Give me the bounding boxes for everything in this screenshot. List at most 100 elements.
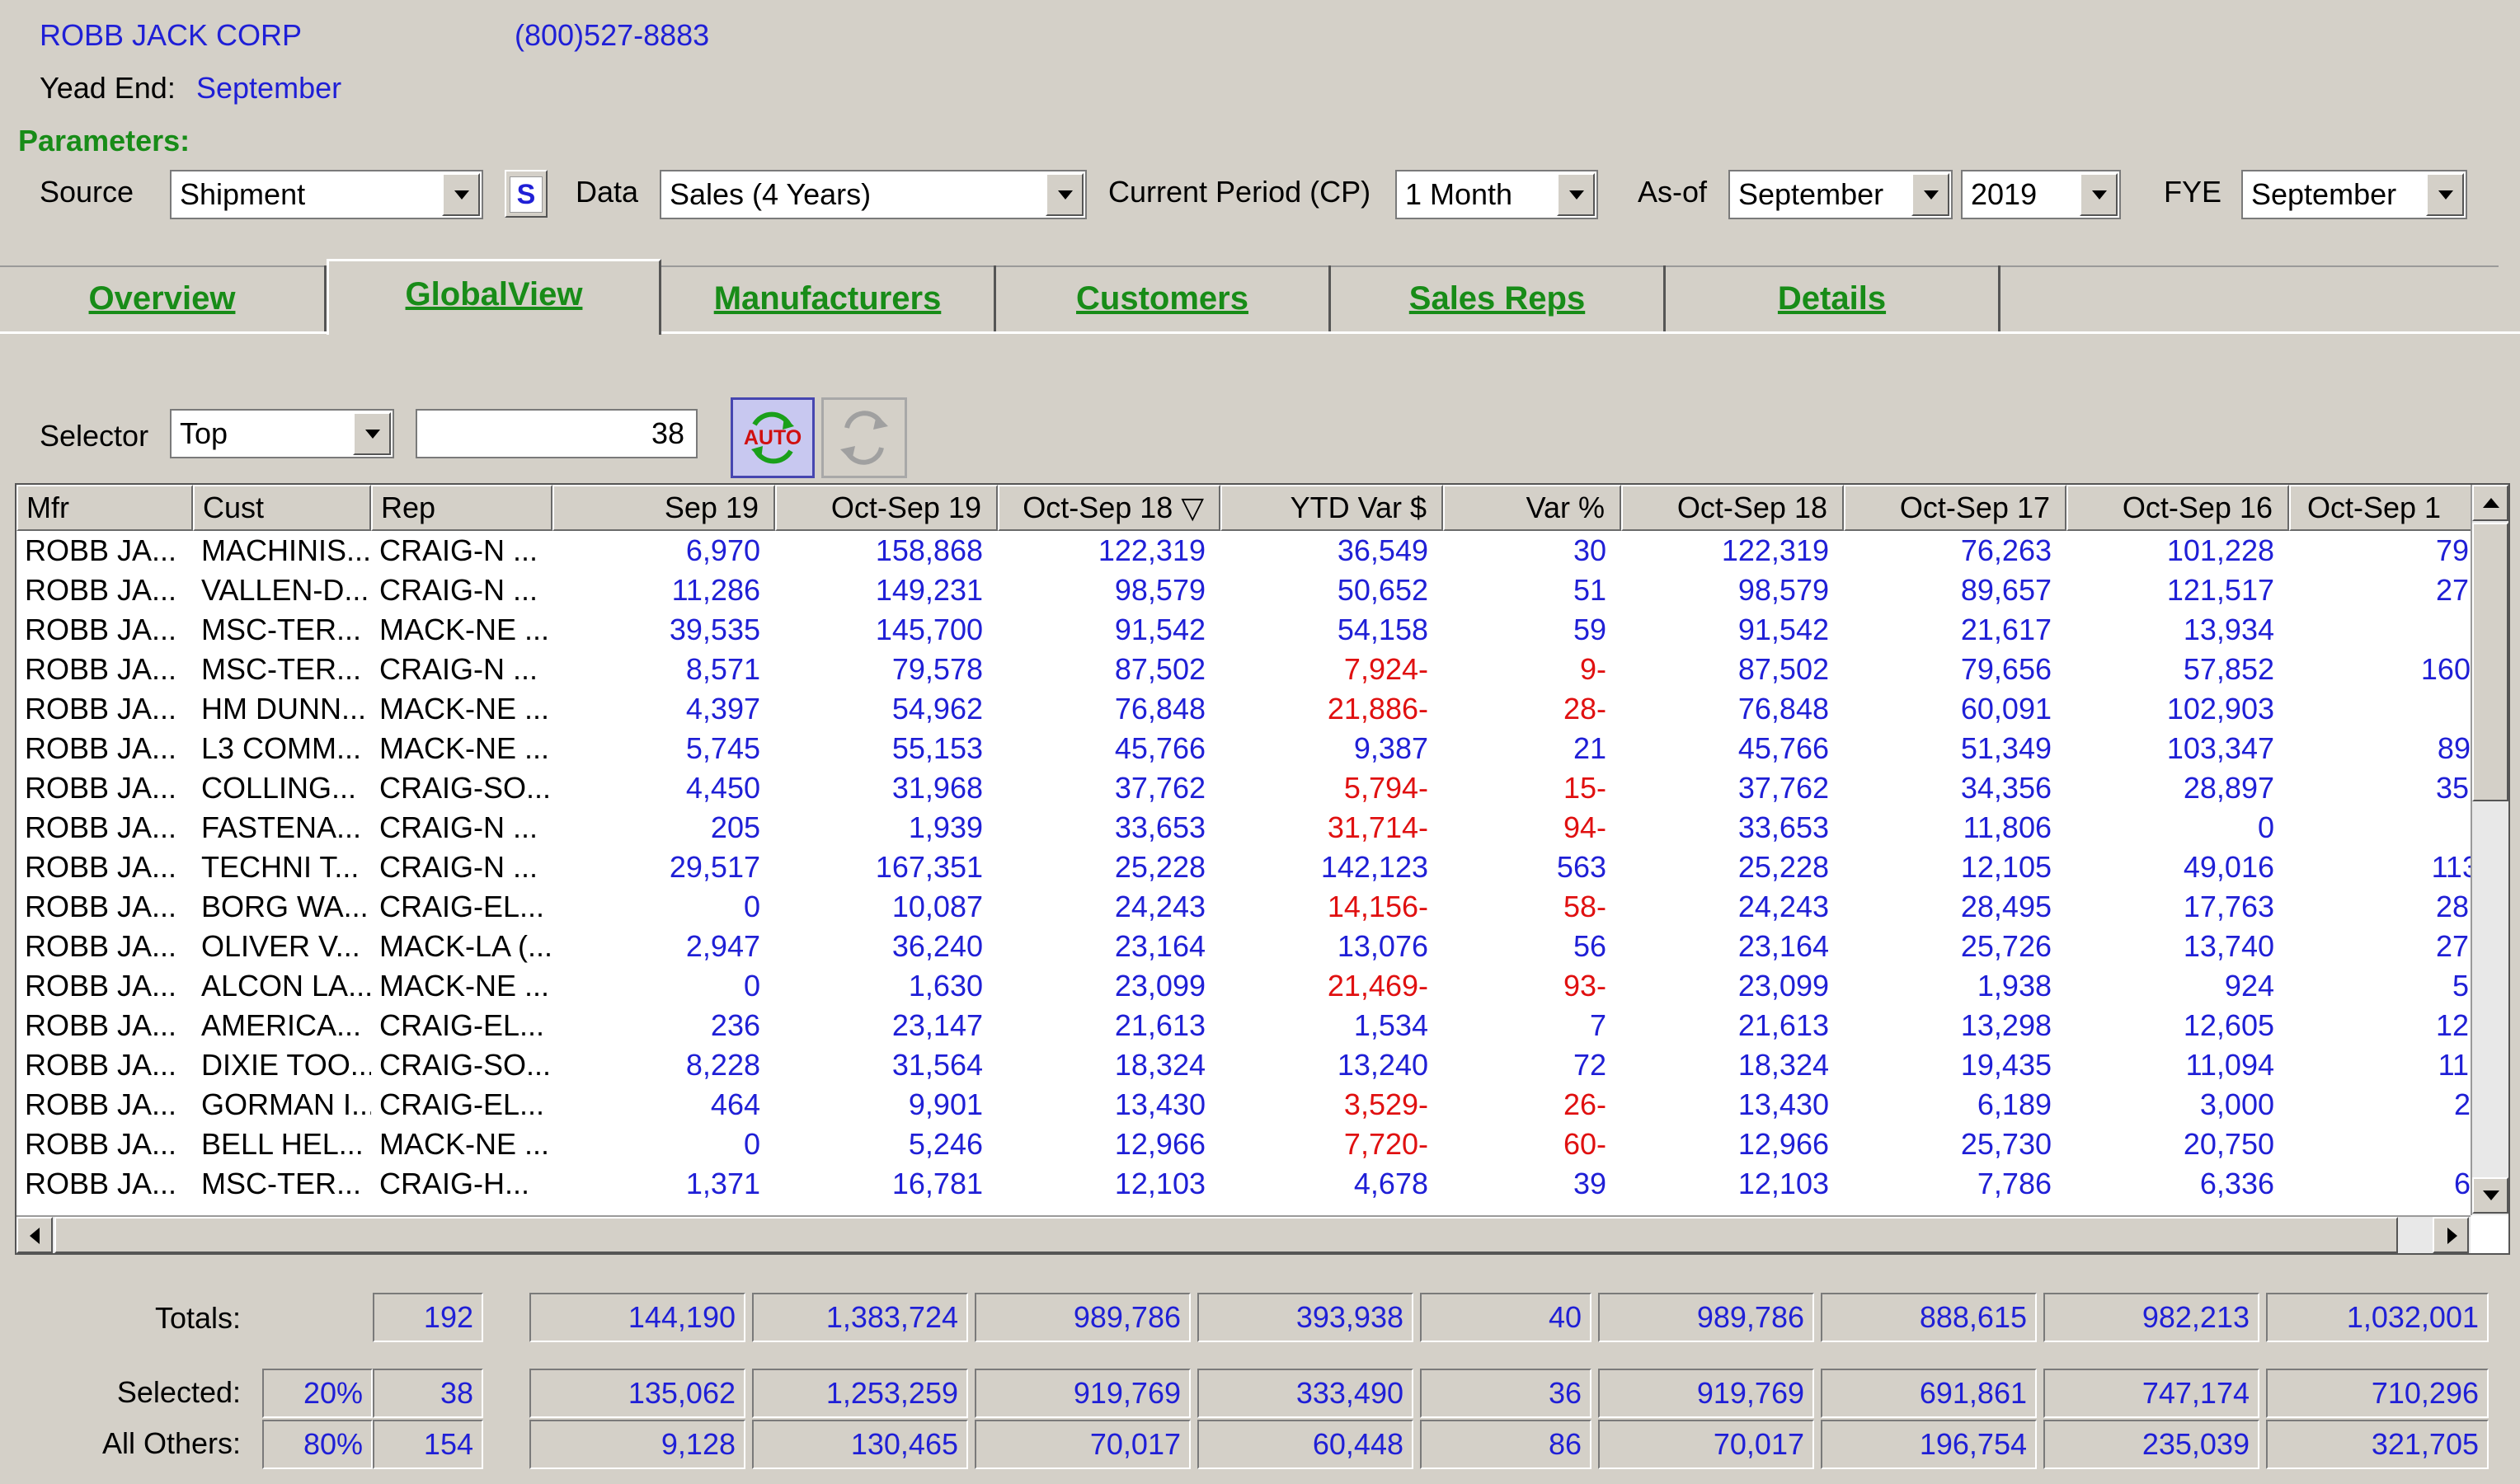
cell-mfr: ROBB JA... — [25, 692, 177, 726]
cell-sep19: 39,535 — [669, 613, 760, 646]
col-header-sep19[interactable]: Sep 19 — [552, 485, 775, 531]
cell-octsep17: 51,349 — [1960, 731, 2052, 765]
selected-value: 919,769 — [975, 1369, 1191, 1418]
table-row[interactable]: ROBB JA... MACHINIS... CRAIG-N ... 6,970 158… — [16, 531, 2504, 571]
cell-rep: CRAIG-H... — [379, 1167, 530, 1200]
scroll-up-icon[interactable] — [2472, 485, 2508, 521]
period-dropdown[interactable]: 1 Month — [1395, 170, 1598, 219]
cell-ytd-var: 4,678 — [1353, 1167, 1428, 1200]
cell-mfr: ROBB JA... — [25, 573, 177, 607]
cell-octsep17: 13,298 — [1960, 1008, 2052, 1042]
table-row[interactable]: ROBB JA... MSC-TER... CRAIG-H... 1,371 16,78… — [16, 1164, 2504, 1204]
col-header-ytd-var[interactable]: YTD Var $ — [1220, 485, 1443, 531]
cell-cust: HM DUNN... — [201, 692, 366, 726]
table-row[interactable]: ROBB JA... BORG WA... CRAIG-EL... 0 10,087 24… — [16, 887, 2504, 927]
company-name: ROBB JACK CORP — [40, 18, 303, 52]
col-header-var-pct[interactable]: Var % — [1443, 485, 1621, 531]
selector-value: Top — [180, 416, 228, 450]
chevron-down-icon[interactable] — [2426, 173, 2464, 216]
vertical-scrollbar[interactable] — [2471, 485, 2508, 1215]
source-dropdown[interactable]: Shipment — [170, 170, 483, 219]
chevron-down-icon[interactable] — [1557, 173, 1595, 216]
cell-cust: FASTENA... — [201, 810, 362, 844]
cell-sep19: 6,970 — [685, 533, 760, 567]
cell-octsep19: 54,962 — [891, 692, 983, 726]
col-header-octsep18[interactable]: Oct-Sep 18 — [1621, 485, 1844, 531]
source-s-button[interactable]: S — [505, 170, 548, 218]
tab-details[interactable]: Details — [1666, 265, 2000, 331]
fye-value: September — [2251, 177, 2397, 211]
fye-dropdown[interactable]: September — [2241, 170, 2467, 219]
scroll-left-icon[interactable] — [16, 1217, 53, 1253]
tab-overview[interactable]: Overview — [0, 265, 327, 331]
refresh-icon — [840, 411, 888, 465]
scroll-right-icon[interactable] — [2433, 1217, 2469, 1253]
data-grid[interactable]: Mfr Cust Rep Sep 19 Oct-Sep 19 Oct-Sep 1… — [15, 483, 2510, 1255]
col-header-octsep17[interactable]: Oct-Sep 17 — [1844, 485, 2066, 531]
chevron-down-icon[interactable] — [353, 412, 391, 455]
table-row[interactable]: ROBB JA... COLLING... CRAIG-SO... 4,450 31,9… — [16, 768, 2504, 808]
table-row[interactable]: ROBB JA... HM DUNN... MACK-NE ... 4,397 54,9… — [16, 689, 2471, 729]
cell-octsep18: 76,848 — [1737, 692, 1829, 726]
cell-octsep19: 5,246 — [908, 1127, 983, 1161]
table-row[interactable]: ROBB JA... AMERICA... CRAIG-EL... 236 23,147… — [16, 1006, 2504, 1045]
col-header-mfr[interactable]: Mfr — [16, 485, 193, 531]
asof-year-dropdown[interactable]: 2019 — [1961, 170, 2121, 219]
col-header-octsep16[interactable]: Oct-Sep 16 — [2066, 485, 2289, 531]
cell-octsep19: 10,087 — [891, 890, 983, 923]
tab-manufacturers[interactable]: Manufacturers — [661, 265, 996, 331]
table-row[interactable]: ROBB JA... BELL HEL... MACK-NE ... 0 5,246 12… — [16, 1125, 2471, 1164]
scroll-down-icon[interactable] — [2472, 1177, 2508, 1214]
cell-rep: MACK-NE ... — [379, 731, 550, 765]
table-row[interactable]: ROBB JA... GORMAN I... CRAIG-EL... 464 9,901… — [16, 1085, 2504, 1125]
col-header-rep[interactable]: Rep — [371, 485, 552, 531]
tab-customers[interactable]: Customers — [996, 265, 1331, 331]
selector-dropdown[interactable]: Top — [170, 409, 394, 458]
tab-sales-reps[interactable]: Sales Reps — [1331, 265, 1666, 331]
table-row[interactable]: ROBB JA... FASTENA... CRAIG-N ... 205 1,939 3… — [16, 808, 2471, 848]
table-row[interactable]: ROBB JA... TECHNI T... CRAIG-N ... 29,517 16… — [16, 848, 2504, 887]
col-header-octsep18-sorted[interactable]: Oct-Sep 18 ▽ — [998, 485, 1220, 531]
chevron-down-icon[interactable] — [1046, 173, 1084, 216]
chevron-down-icon[interactable] — [2080, 173, 2118, 216]
cell-octsep18: 122,319 — [1721, 533, 1829, 567]
cell-var-pct: 56 — [1573, 929, 1606, 963]
selector-count-input[interactable]: 38 — [416, 409, 698, 458]
selected-value: 135,062 — [529, 1369, 745, 1418]
totals-count: 192 — [373, 1293, 483, 1342]
cell-octsep18-sorted: 91,542 — [1114, 613, 1206, 646]
col-header-cust[interactable]: Cust — [193, 485, 371, 531]
cell-cust: COLLING... — [201, 771, 357, 805]
table-row[interactable]: ROBB JA... OLIVER V... MACK-LA (... 2,947 36… — [16, 927, 2504, 966]
table-row[interactable]: ROBB JA... VALLEN-D... CRAIG-N ... 11,286 14… — [16, 571, 2504, 610]
horizontal-scroll-thumb[interactable] — [54, 1217, 2398, 1253]
data-dropdown[interactable]: Sales (4 Years) — [660, 170, 1087, 219]
table-row[interactable]: ROBB JA... DIXIE TOO... CRAIG-SO... 8,228 31… — [16, 1045, 2504, 1085]
asof-month-dropdown[interactable]: September — [1728, 170, 1953, 219]
col-header-octsep19[interactable]: Oct-Sep 19 — [775, 485, 998, 531]
table-row[interactable]: ROBB JA... L3 COMM... MACK-NE ... 5,745 55,1… — [16, 729, 2504, 768]
cell-octsep19: 79,578 — [891, 652, 983, 686]
table-row[interactable]: ROBB JA... MSC-TER... CRAIG-N ... 8,571 79,5… — [16, 650, 2504, 689]
s-button-label: S — [510, 176, 543, 213]
selected-value: 747,174 — [2043, 1369, 2259, 1418]
cell-octsep18: 87,502 — [1737, 652, 1829, 686]
chevron-down-icon[interactable] — [442, 173, 480, 216]
cell-cust: BORG WA... — [201, 890, 369, 923]
table-row[interactable]: ROBB JA... ALCON LA... MACK-NE ... 0 1,630 23… — [16, 966, 2504, 1006]
tab-globalview[interactable]: GlobalView — [327, 259, 661, 335]
vertical-scroll-thumb[interactable] — [2472, 523, 2508, 801]
cell-sep19: 464 — [710, 1087, 760, 1121]
cell-octsep18: 37,762 — [1737, 771, 1829, 805]
cell-var-pct: 72 — [1573, 1048, 1606, 1082]
cell-var-pct: 9- — [1579, 652, 1606, 686]
others-value: 70,017 — [1598, 1420, 1814, 1469]
cell-ytd-var: 5,794- — [1343, 771, 1428, 805]
refresh-button[interactable] — [821, 397, 907, 478]
auto-refresh-button[interactable]: AUTO — [731, 397, 815, 478]
chevron-down-icon[interactable] — [1911, 173, 1949, 216]
cell-octsep18-sorted: 37,762 — [1114, 771, 1206, 805]
table-row[interactable]: ROBB JA... MSC-TER... MACK-NE ... 39,535 145… — [16, 610, 2471, 650]
horizontal-scrollbar[interactable] — [16, 1215, 2471, 1253]
auto-label: AUTO — [743, 426, 802, 449]
